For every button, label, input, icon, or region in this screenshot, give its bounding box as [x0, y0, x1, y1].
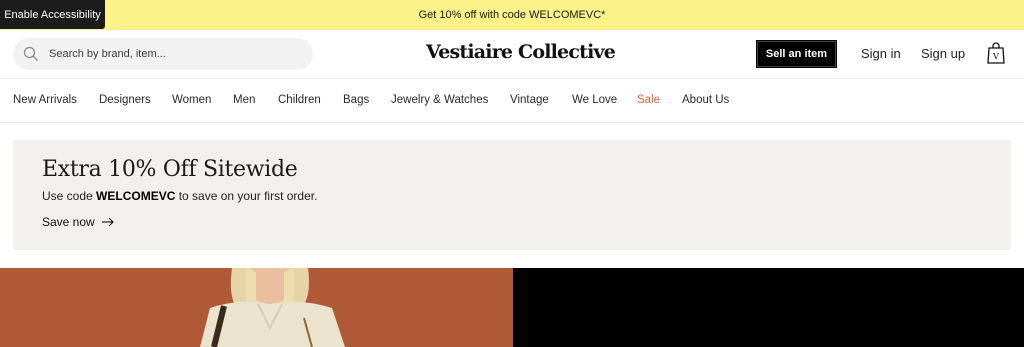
enable-accessibility-button[interactable]: Enable Accessibility: [0, 0, 105, 29]
arrow-right-icon: [101, 217, 114, 227]
search-icon: [23, 46, 38, 61]
promo-code: WELCOMEVC: [96, 189, 176, 203]
sign-in-link[interactable]: Sign in: [861, 46, 901, 61]
hero-image-left[interactable]: [0, 268, 513, 347]
nav-item-men[interactable]: Men: [233, 94, 255, 106]
promo-bar: Get 10% off with code WELCOMEVC*: [0, 0, 1024, 30]
nav-item-designers[interactable]: Designers: [99, 94, 151, 106]
sign-up-link[interactable]: Sign up: [921, 46, 965, 61]
main-navigation: New Arrivals Designers Women Men Childre…: [0, 79, 1024, 123]
save-now-label: Save now: [42, 215, 95, 229]
nav-item-bags[interactable]: Bags: [343, 94, 369, 106]
banner-sub-suffix: to save on your first order.: [175, 189, 318, 203]
hero-image-right[interactable]: [513, 268, 1024, 347]
nav-item-we-love[interactable]: We Love: [572, 94, 617, 106]
hero-model-photo: [0, 268, 513, 347]
promo-text: Get 10% off with code WELCOMEVC*: [418, 9, 606, 21]
save-now-link[interactable]: Save now: [42, 215, 115, 229]
nav-item-jewelry-watches[interactable]: Jewelry & Watches: [391, 94, 488, 106]
banner-sub-prefix: Use code: [42, 189, 97, 203]
nav-item-vintage[interactable]: Vintage: [510, 94, 549, 106]
logo[interactable]: Vestiaire Collective: [426, 41, 616, 63]
nav-item-sale[interactable]: Sale: [637, 94, 660, 106]
nav-item-children[interactable]: Children: [278, 94, 321, 106]
nav-item-new-arrivals[interactable]: New Arrivals: [13, 94, 77, 106]
shopping-bag-icon[interactable]: V: [987, 42, 1005, 64]
nav-item-about-us[interactable]: About Us: [682, 94, 729, 106]
banner-subtitle: Use code WELCOMEVC to save on your first…: [42, 189, 317, 203]
promo-banner: Extra 10% Off Sitewide Use code WELCOMEV…: [13, 140, 1011, 250]
bag-letter: V: [992, 52, 999, 61]
search-bar[interactable]: [13, 38, 313, 70]
header: Vestiaire Collective Sell an item Sign i…: [0, 30, 1024, 79]
banner-title: Extra 10% Off Sitewide: [42, 157, 298, 182]
nav-item-women[interactable]: Women: [172, 94, 211, 106]
sell-an-item-button[interactable]: Sell an item: [756, 40, 837, 68]
search-input[interactable]: [49, 48, 289, 60]
